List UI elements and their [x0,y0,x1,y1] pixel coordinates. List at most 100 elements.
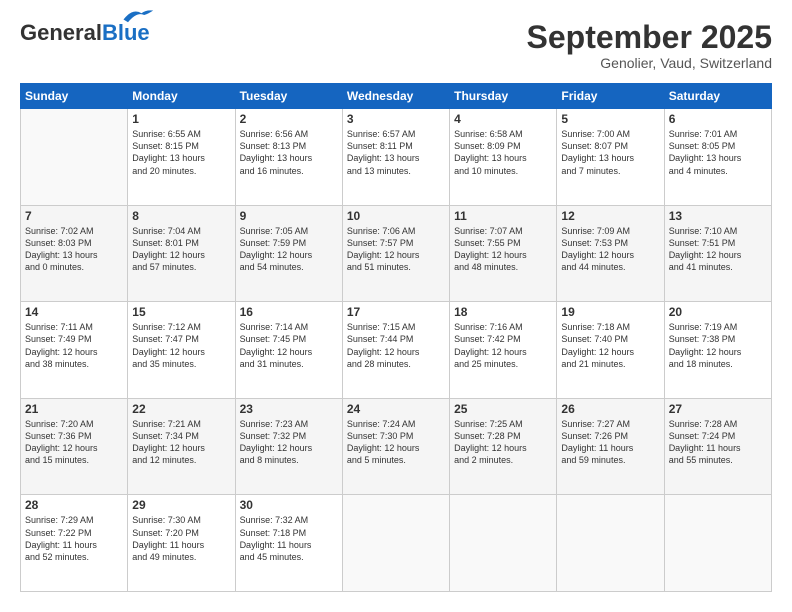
logo-general-text: General [20,20,102,45]
cell-info: Sunrise: 7:20 AMSunset: 7:36 PMDaylight:… [25,418,123,467]
day-number: 18 [454,305,552,319]
cell-info: Sunrise: 7:19 AMSunset: 7:38 PMDaylight:… [669,321,767,370]
cell-info: Sunrise: 7:32 AMSunset: 7:18 PMDaylight:… [240,514,338,563]
cell-info: Sunrise: 7:30 AMSunset: 7:20 PMDaylight:… [132,514,230,563]
cell-info: Sunrise: 7:09 AMSunset: 7:53 PMDaylight:… [561,225,659,274]
cell-info: Sunrise: 7:14 AMSunset: 7:45 PMDaylight:… [240,321,338,370]
cell-info: Sunrise: 7:24 AMSunset: 7:30 PMDaylight:… [347,418,445,467]
calendar-header-row: SundayMondayTuesdayWednesdayThursdayFrid… [21,84,772,109]
day-number: 4 [454,112,552,126]
day-number: 16 [240,305,338,319]
cell-info: Sunrise: 7:18 AMSunset: 7:40 PMDaylight:… [561,321,659,370]
cell-info: Sunrise: 7:11 AMSunset: 7:49 PMDaylight:… [25,321,123,370]
calendar-cell: 16 Sunrise: 7:14 AMSunset: 7:45 PMDayligh… [235,302,342,399]
calendar-cell: 7Sunrise: 7:02 AMSunset: 8:03 PMDaylight… [21,205,128,302]
calendar-row-1: 7Sunrise: 7:02 AMSunset: 8:03 PMDaylight… [21,205,772,302]
cell-info: Sunrise: 7:27 AMSunset: 7:26 PMDaylight:… [561,418,659,467]
day-number: 14 [25,305,123,319]
calendar-cell: 15 Sunrise: 7:12 AMSunset: 7:47 PMDayligh… [128,302,235,399]
day-number: 20 [669,305,767,319]
calendar-cell: 29Sunrise: 7:30 AMSunset: 7:20 PMDayligh… [128,495,235,592]
calendar-cell: 28 Sunrise: 7:29 AMSunset: 7:22 PMDayligh… [21,495,128,592]
day-number: 13 [669,209,767,223]
cell-info: Sunrise: 6:56 AMSunset: 8:13 PMDaylight:… [240,128,338,177]
calendar-cell: 21 Sunrise: 7:20 AMSunset: 7:36 PMDayligh… [21,398,128,495]
calendar-cell: 13 Sunrise: 7:10 AMSunset: 7:51 PMDayligh… [664,205,771,302]
calendar-cell: 12 Sunrise: 7:09 AMSunset: 7:53 PMDayligh… [557,205,664,302]
calendar-cell: 27Sunrise: 7:28 AMSunset: 7:24 PMDayligh… [664,398,771,495]
col-header-saturday: Saturday [664,84,771,109]
page: GeneralBlue September 2025 Genolier, Vau… [0,0,792,612]
day-number: 24 [347,402,445,416]
day-number: 19 [561,305,659,319]
day-number: 17 [347,305,445,319]
day-number: 9 [240,209,338,223]
calendar-cell: 25 Sunrise: 7:25 AMSunset: 7:28 PMDayligh… [450,398,557,495]
month-title: September 2025 [527,20,772,55]
day-number: 10 [347,209,445,223]
calendar-cell [557,495,664,592]
cell-info: Sunrise: 6:58 AMSunset: 8:09 PMDaylight:… [454,128,552,177]
day-number: 26 [561,402,659,416]
day-number: 22 [132,402,230,416]
calendar-cell: 2 Sunrise: 6:56 AMSunset: 8:13 PMDaylight… [235,109,342,206]
calendar-row-0: 1 Sunrise: 6:55 AMSunset: 8:15 PMDaylight… [21,109,772,206]
day-number: 7 [25,209,123,223]
cell-info: Sunrise: 7:01 AMSunset: 8:05 PMDaylight:… [669,128,767,177]
cell-info: Sunrise: 7:25 AMSunset: 7:28 PMDaylight:… [454,418,552,467]
col-header-monday: Monday [128,84,235,109]
calendar-table: SundayMondayTuesdayWednesdayThursdayFrid… [20,83,772,592]
calendar-cell: 19 Sunrise: 7:18 AMSunset: 7:40 PMDayligh… [557,302,664,399]
day-number: 12 [561,209,659,223]
day-number: 3 [347,112,445,126]
calendar-cell [664,495,771,592]
cell-info: Sunrise: 7:16 AMSunset: 7:42 PMDaylight:… [454,321,552,370]
calendar-cell: 11 Sunrise: 7:07 AMSunset: 7:55 PMDayligh… [450,205,557,302]
calendar-row-3: 21 Sunrise: 7:20 AMSunset: 7:36 PMDayligh… [21,398,772,495]
day-number: 2 [240,112,338,126]
calendar-cell: 26 Sunrise: 7:27 AMSunset: 7:26 PMDayligh… [557,398,664,495]
col-header-sunday: Sunday [21,84,128,109]
calendar-cell: 23Sunrise: 7:23 AMSunset: 7:32 PMDayligh… [235,398,342,495]
calendar-cell: 9Sunrise: 7:05 AMSunset: 7:59 PMDaylight… [235,205,342,302]
location-subtitle: Genolier, Vaud, Switzerland [527,55,772,71]
cell-info: Sunrise: 7:00 AMSunset: 8:07 PMDaylight:… [561,128,659,177]
day-number: 28 [25,498,123,512]
col-header-wednesday: Wednesday [342,84,449,109]
calendar-cell: 17Sunrise: 7:15 AMSunset: 7:44 PMDayligh… [342,302,449,399]
col-header-friday: Friday [557,84,664,109]
cell-info: Sunrise: 7:07 AMSunset: 7:55 PMDaylight:… [454,225,552,274]
calendar-cell: 6 Sunrise: 7:01 AMSunset: 8:05 PMDaylight… [664,109,771,206]
day-number: 8 [132,209,230,223]
day-number: 21 [25,402,123,416]
day-number: 6 [669,112,767,126]
calendar-cell: 18 Sunrise: 7:16 AMSunset: 7:42 PMDayligh… [450,302,557,399]
day-number: 23 [240,402,338,416]
calendar-cell: 1 Sunrise: 6:55 AMSunset: 8:15 PMDaylight… [128,109,235,206]
header: GeneralBlue September 2025 Genolier, Vau… [20,20,772,71]
day-number: 1 [132,112,230,126]
calendar-cell [450,495,557,592]
day-number: 30 [240,498,338,512]
col-header-thursday: Thursday [450,84,557,109]
cell-info: Sunrise: 7:06 AMSunset: 7:57 PMDaylight:… [347,225,445,274]
cell-info: Sunrise: 6:55 AMSunset: 8:15 PMDaylight:… [132,128,230,177]
calendar-cell: 3 Sunrise: 6:57 AMSunset: 8:11 PMDaylight… [342,109,449,206]
day-number: 5 [561,112,659,126]
day-number: 11 [454,209,552,223]
cell-info: Sunrise: 7:29 AMSunset: 7:22 PMDaylight:… [25,514,123,563]
calendar-cell: 24 Sunrise: 7:24 AMSunset: 7:30 PMDayligh… [342,398,449,495]
cell-info: Sunrise: 7:28 AMSunset: 7:24 PMDaylight:… [669,418,767,467]
calendar-cell [21,109,128,206]
col-header-tuesday: Tuesday [235,84,342,109]
calendar-row-2: 14 Sunrise: 7:11 AMSunset: 7:49 PMDayligh… [21,302,772,399]
cell-info: Sunrise: 7:10 AMSunset: 7:51 PMDaylight:… [669,225,767,274]
cell-info: Sunrise: 7:04 AMSunset: 8:01 PMDaylight:… [132,225,230,274]
calendar-cell: 4 Sunrise: 6:58 AMSunset: 8:09 PMDaylight… [450,109,557,206]
calendar-cell: 30 Sunrise: 7:32 AMSunset: 7:18 PMDayligh… [235,495,342,592]
title-section: September 2025 Genolier, Vaud, Switzerla… [527,20,772,71]
day-number: 15 [132,305,230,319]
cell-info: Sunrise: 6:57 AMSunset: 8:11 PMDaylight:… [347,128,445,177]
cell-info: Sunrise: 7:12 AMSunset: 7:47 PMDaylight:… [132,321,230,370]
day-number: 25 [454,402,552,416]
